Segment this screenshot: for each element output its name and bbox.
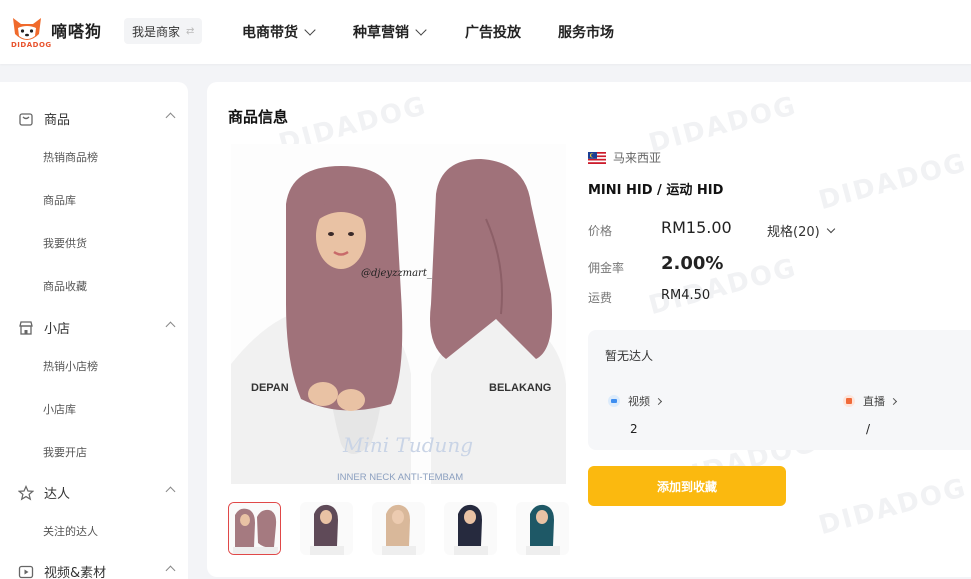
sidebar-item-hot-products[interactable]: 热销商品榜 (43, 149, 98, 165)
nav-label: 服务市场 (558, 25, 614, 41)
sidebar-item-store-library[interactable]: 小店库 (43, 401, 76, 417)
thumbnail-strip (228, 502, 588, 555)
page-title: 商品信息 (228, 108, 289, 126)
sidebar-group-stores[interactable]: 小店 (18, 318, 176, 337)
sidebar: 商品 热销商品榜 商品库 我要供货 商品收藏 小店 热销小店榜 小店库 我要开店… (0, 82, 188, 579)
image-caption: INNER NECK ANTI-TEMBAM (337, 472, 463, 483)
malaysia-flag-icon (588, 151, 606, 164)
sidebar-item-followed-influencers[interactable]: 关注的达人 (43, 523, 98, 539)
image-back-label: BELAKANG (489, 382, 551, 394)
sidebar-group-influencers[interactable]: 达人 (18, 483, 176, 502)
spec-dropdown[interactable]: 规格(20) (767, 221, 835, 240)
image-handle: @djeyzzmart_ (361, 268, 432, 279)
live-link[interactable]: 直播 (843, 393, 898, 409)
thumbnail[interactable] (372, 502, 425, 555)
sidebar-group-products[interactable]: 商品 (18, 109, 176, 128)
chevron-up-icon (165, 486, 176, 497)
commission-value: 2.00% (661, 253, 724, 274)
chevron-up-icon (165, 112, 176, 123)
product-country: 马来西亚 (588, 149, 661, 166)
price-value: RM15.00 (661, 218, 732, 237)
watermark: DIDADOG (815, 147, 971, 217)
product-name: MINI HID / 运动 HID (588, 183, 724, 198)
thumbnail-image (300, 502, 353, 555)
video-icon (18, 565, 34, 578)
sidebar-item-supply[interactable]: 我要供货 (43, 235, 87, 251)
product-main-image[interactable]: @djeyzzmart_ DEPAN BELAKANG Mini Tudung … (231, 144, 566, 484)
brand-logo[interactable]: 嘀嗒狗 DIDADOG (9, 12, 103, 49)
video-label: 视频 (628, 395, 650, 408)
spec-label: 规格(20) (767, 225, 820, 240)
nav-label: 电商带货 (242, 25, 298, 41)
thumbnail[interactable] (516, 502, 569, 555)
watermark: DIDADOG (645, 90, 801, 160)
thumbnail[interactable] (300, 502, 353, 555)
chevron-up-icon (165, 565, 176, 576)
merchant-switch-label: 我是商家 (132, 24, 181, 39)
nav-label: 种草营销 (353, 25, 409, 41)
country-name: 马来西亚 (613, 151, 662, 165)
brand-name: 嘀嗒狗 (51, 22, 103, 41)
store-icon (19, 320, 33, 335)
influencer-panel: 暂无达人 视频 2 直播 / (588, 330, 971, 450)
bag-icon (19, 112, 33, 126)
star-icon (18, 484, 34, 500)
thumbnail[interactable] (228, 502, 281, 555)
brand-sub: DIDADOG (11, 41, 52, 49)
swap-icon: ⇄ (186, 25, 195, 37)
sidebar-item-favorites[interactable]: 商品收藏 (43, 278, 87, 294)
chevron-right-icon (889, 397, 898, 405)
sidebar-group-label: 小店 (44, 322, 71, 337)
sidebar-group-label: 达人 (44, 487, 71, 502)
product-photo: @djeyzzmart_ DEPAN BELAKANG Mini Tudung … (231, 144, 566, 484)
video-icon (608, 395, 620, 407)
influencer-empty-text: 暂无达人 (605, 349, 654, 363)
chevron-right-icon (654, 397, 663, 405)
sidebar-group-label: 商品 (44, 113, 71, 128)
thumbnail-image (516, 502, 569, 555)
shipping-value: RM4.50 (661, 288, 711, 303)
thumbnail[interactable] (444, 502, 497, 555)
live-count: / (866, 422, 871, 436)
live-icon (843, 395, 855, 407)
chevron-down-icon (826, 224, 835, 234)
nav-ecommerce[interactable]: 电商带货 (242, 22, 316, 42)
video-link[interactable]: 视频 (608, 393, 663, 409)
nav-seeding[interactable]: 种草营销 (353, 22, 427, 42)
video-count: 2 (630, 422, 638, 436)
watermark: DIDADOG (815, 472, 971, 542)
price-label: 价格 (588, 224, 613, 238)
shipping-label: 运费 (588, 291, 613, 305)
sidebar-item-product-library[interactable]: 商品库 (43, 192, 76, 208)
live-label: 直播 (863, 395, 885, 408)
merchant-switch-button[interactable]: 我是商家 ⇄ (124, 18, 203, 44)
thumbnail-image (444, 502, 497, 555)
image-front-label: DEPAN (251, 382, 289, 394)
sidebar-item-open-store[interactable]: 我要开店 (43, 444, 87, 460)
thumbnail-image (372, 502, 425, 555)
sidebar-group-label: 视频&素材 (44, 566, 107, 579)
add-to-favorites-button[interactable]: 添加到收藏 (588, 466, 786, 506)
image-script: Mini Tudung (342, 433, 473, 457)
product-info-card: DIDADOG DIDADOG DIDADOG DIDADOG DIDADOG … (207, 82, 971, 577)
thumbnail-image (229, 503, 280, 554)
sidebar-item-hot-stores[interactable]: 热销小店榜 (43, 358, 98, 374)
top-navigation-bar: 嘀嗒狗 DIDADOG 我是商家 ⇄ 电商带货 种草营销 广告投放 服务市场 (0, 0, 971, 64)
nav-ads[interactable]: 广告投放 (465, 22, 521, 42)
chevron-up-icon (165, 321, 176, 332)
nav-label: 广告投放 (465, 25, 521, 41)
chevron-down-icon (304, 23, 316, 36)
commission-label: 佣金率 (588, 261, 625, 275)
nav-service-market[interactable]: 服务市场 (558, 22, 614, 42)
sidebar-group-video[interactable]: 视频&素材 (18, 562, 176, 579)
chevron-down-icon (415, 23, 427, 36)
